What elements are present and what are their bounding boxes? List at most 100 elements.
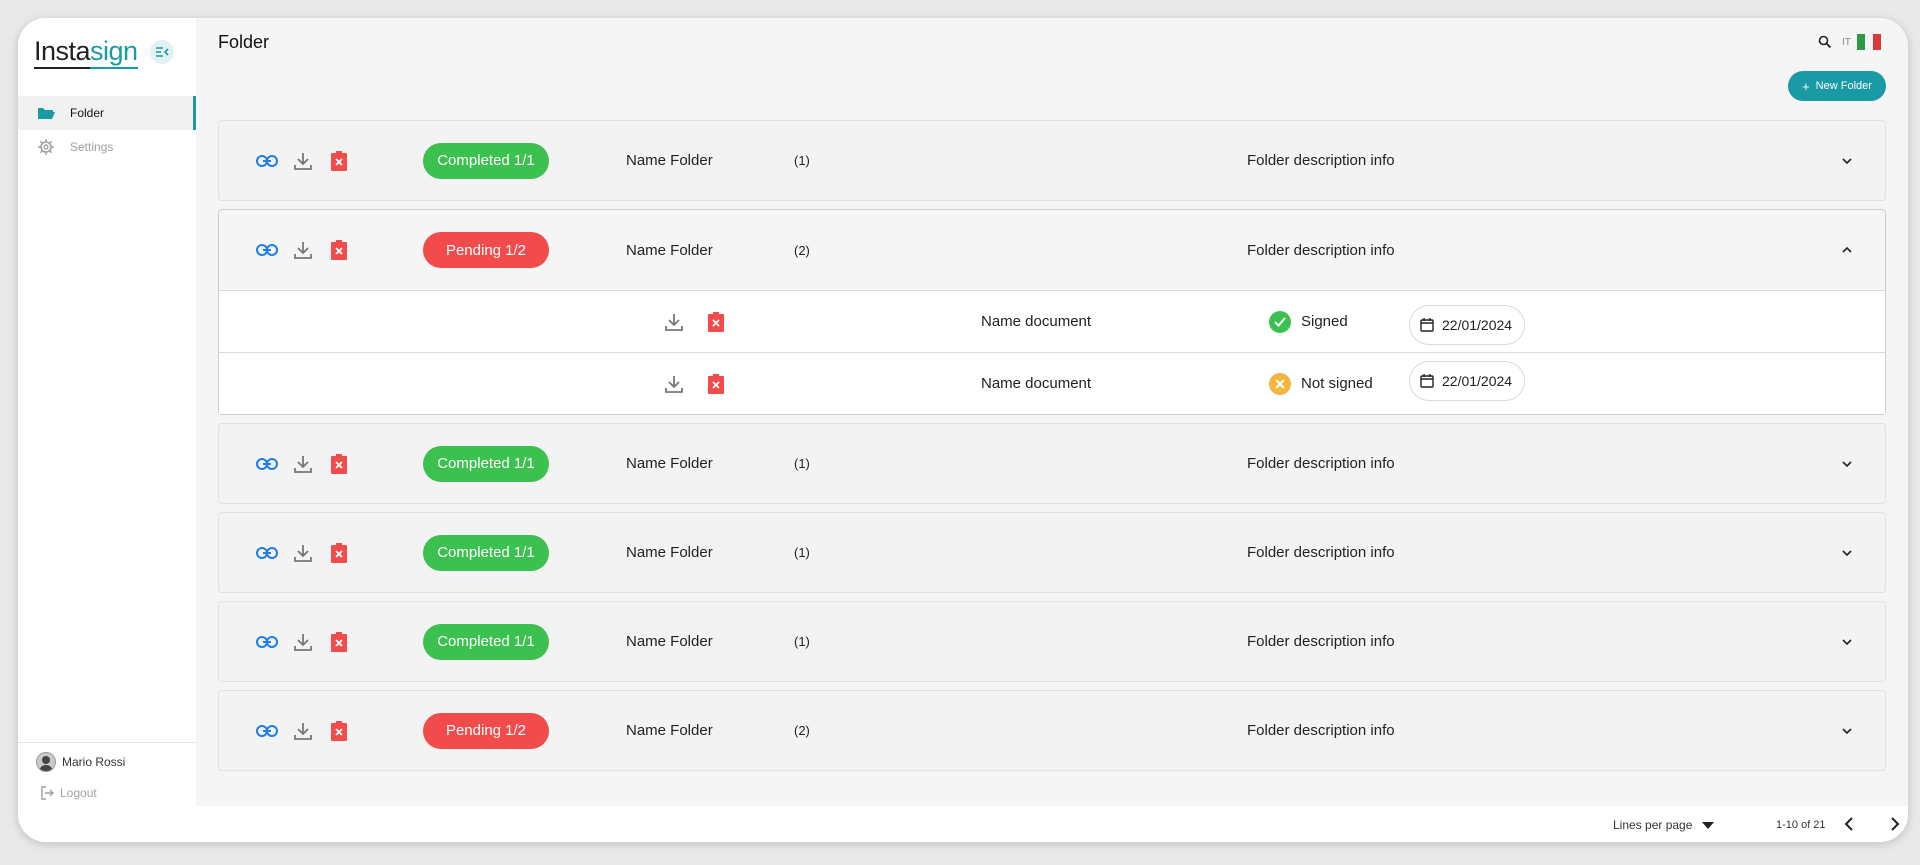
chevron-left-icon[interactable]: [1836, 812, 1860, 836]
folder-description: Folder description info: [1247, 152, 1395, 169]
folder-name: Name Folder: [626, 544, 713, 561]
delete-icon[interactable]: [704, 372, 728, 396]
folder-description: Folder description info: [1247, 241, 1395, 259]
date-chip[interactable]: 22/01/2024: [1409, 361, 1526, 401]
row-actions: [255, 513, 363, 592]
check-circle-icon: [1269, 310, 1291, 333]
status-badge: Pending 1/2: [423, 232, 549, 268]
document-row: Name document Signed 22/01/2024: [219, 290, 1885, 352]
logout-icon: [40, 786, 54, 800]
download-icon[interactable]: [291, 452, 315, 476]
folder-row[interactable]: Completed 1/1 Name Folder (1) Folder des…: [218, 423, 1886, 504]
page-title: Folder: [218, 32, 270, 52]
collapse-menu-icon[interactable]: [150, 40, 174, 64]
folder-description: Folder description info: [1247, 722, 1395, 739]
app-window: Insta sign Folder Settings Mario Rossi L…: [18, 18, 1908, 842]
folder-description: Folder description info: [1247, 633, 1395, 650]
logo-text-part1: Insta: [34, 36, 91, 69]
chevron-down-icon[interactable]: [1837, 151, 1857, 171]
user-name: Mario Rossi: [62, 755, 126, 769]
pagination-range: 1-10 of 21: [1776, 819, 1826, 831]
folder-name: Name Folder: [626, 152, 713, 169]
user-profile[interactable]: Mario Rossi: [36, 752, 125, 772]
logo: Insta sign: [34, 36, 138, 69]
folder-row[interactable]: Completed 1/1 Name Folder (1) Folder des…: [218, 512, 1886, 593]
link-icon[interactable]: [255, 541, 279, 565]
delete-icon[interactable]: [327, 149, 351, 173]
sidebar-divider: [18, 742, 196, 743]
sidebar-item-settings[interactable]: Settings: [18, 130, 196, 164]
folder-doc-count: (1): [794, 545, 810, 560]
italy-flag-icon[interactable]: [1856, 34, 1881, 50]
folder-row-expanded: Pending 1/2 Name Folder (2) Folder descr…: [218, 209, 1886, 415]
row-actions: [255, 424, 363, 503]
delete-icon[interactable]: [327, 238, 351, 262]
download-icon[interactable]: [291, 238, 315, 262]
download-icon[interactable]: [291, 630, 315, 654]
folder-row-header[interactable]: Pending 1/2 Name Folder (2) Folder descr…: [219, 210, 1885, 290]
chevron-up-icon[interactable]: [1837, 240, 1857, 260]
delete-icon[interactable]: [327, 719, 351, 743]
top-right-tools: IT: [1818, 34, 1881, 50]
status-badge: Completed 1/1: [423, 142, 549, 179]
document-actions: [662, 291, 740, 352]
sidebar: Insta sign Folder Settings Mario Rossi L…: [18, 18, 196, 842]
search-icon[interactable]: [1818, 35, 1832, 49]
row-actions: [255, 210, 363, 290]
folder-row[interactable]: Completed 1/1 Name Folder (1) Folder des…: [218, 601, 1886, 682]
chevron-down-icon[interactable]: [1837, 721, 1857, 741]
chevron-down-icon[interactable]: [1837, 632, 1857, 652]
calendar-icon: [1420, 374, 1434, 388]
download-icon[interactable]: [291, 541, 315, 565]
folder-name: Name Folder: [626, 241, 713, 259]
link-icon[interactable]: [255, 452, 279, 476]
download-icon[interactable]: [291, 149, 315, 173]
download-icon[interactable]: [662, 372, 686, 396]
date-chip[interactable]: 22/01/2024: [1409, 305, 1526, 345]
folder-icon: [36, 103, 56, 123]
link-icon[interactable]: [255, 630, 279, 654]
folder-row[interactable]: Completed 1/1 Name Folder (1) Folder des…: [218, 120, 1886, 201]
document-status-label: Not signed: [1301, 375, 1373, 392]
link-icon[interactable]: [255, 238, 279, 262]
new-folder-label: New Folder: [1815, 80, 1872, 92]
document-status: Not signed: [1269, 353, 1373, 414]
folder-doc-count: (2): [794, 723, 810, 738]
download-icon[interactable]: [662, 310, 686, 334]
folder-description: Folder description info: [1247, 544, 1395, 561]
sidebar-item-folder[interactable]: Folder: [18, 96, 196, 130]
document-actions: [662, 353, 740, 414]
folder-name: Name Folder: [626, 455, 713, 472]
new-folder-button[interactable]: + New Folder: [1788, 71, 1886, 101]
folder-name: Name Folder: [626, 633, 713, 650]
link-icon[interactable]: [255, 719, 279, 743]
x-circle-icon: [1269, 372, 1291, 395]
folder-row[interactable]: Pending 1/2 Name Folder (2) Folder descr…: [218, 690, 1886, 771]
delete-icon[interactable]: [704, 310, 728, 334]
plus-icon: +: [1802, 78, 1810, 94]
lines-per-page-select[interactable]: Lines per page: [1613, 818, 1715, 832]
download-icon[interactable]: [291, 719, 315, 743]
logo-text-part2: sign: [90, 36, 138, 69]
sidebar-item-label: Folder: [70, 106, 105, 120]
delete-icon[interactable]: [327, 541, 351, 565]
lines-per-page-label: Lines per page: [1613, 818, 1693, 832]
document-name: Name document: [981, 313, 1092, 330]
language-code[interactable]: IT: [1842, 37, 1851, 48]
chevron-down-icon[interactable]: [1837, 454, 1857, 474]
document-row: Name document Not signed 22/01/2024: [219, 352, 1885, 414]
logout-button[interactable]: Logout: [40, 786, 97, 800]
status-badge: Completed 1/1: [423, 534, 549, 571]
delete-icon[interactable]: [327, 452, 351, 476]
folder-description: Folder description info: [1247, 455, 1395, 472]
pagination-bar: Lines per page 1-10 of 21: [196, 806, 1908, 842]
folder-doc-count: (2): [794, 242, 810, 258]
folder-doc-count: (1): [794, 456, 810, 471]
link-icon[interactable]: [255, 149, 279, 173]
row-actions: [255, 121, 363, 200]
folder-doc-count: (1): [794, 634, 810, 649]
delete-icon[interactable]: [327, 630, 351, 654]
chevron-right-icon[interactable]: [1883, 812, 1907, 836]
row-actions: [255, 602, 363, 681]
chevron-down-icon[interactable]: [1837, 543, 1857, 563]
